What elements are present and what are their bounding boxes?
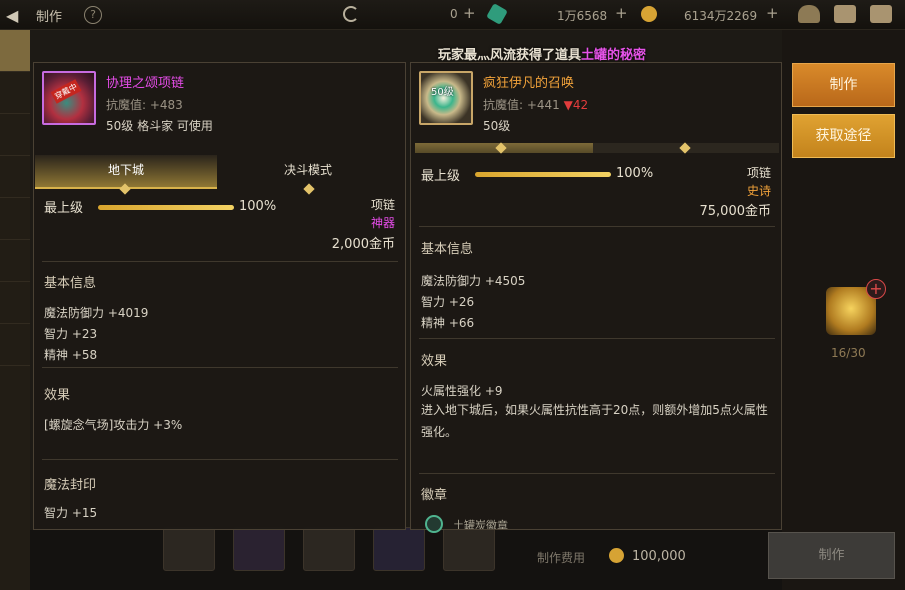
gold-coin-icon [641,6,657,22]
crescent-currency-icon [343,6,359,22]
item-level-tag: 50级 [431,87,454,98]
material-slot-3[interactable] [303,527,355,571]
stat-line: 魔法防御力 +4505 [421,274,526,288]
nav-tab-5[interactable] [0,198,30,240]
nav-tab-7[interactable] [0,282,30,324]
gem-currency-icon [486,3,508,25]
currency-1-value: 0 [450,7,458,21]
currency-2-value: 1万6568 [557,9,608,23]
nav-tab-6[interactable] [0,240,30,282]
stat-line: 精神 +58 [44,348,98,362]
gold-coin-icon [609,548,624,563]
level-label: 最上级 [421,169,461,184]
add-material-button[interactable]: + [866,279,886,299]
page-title: 制作 [36,10,63,25]
notice-text: 玩家最灬风流获得了道具 [438,48,582,63]
stat-line: 魔法防御力 +4019 [44,306,149,320]
divider [42,261,398,262]
stat-line: 智力 +23 [44,327,98,341]
currency-2-add-button[interactable]: + [615,4,628,22]
level-label: 最上级 [44,201,84,216]
slot-type: 项链 [370,198,395,212]
item-name: 协理之颂项链 [106,76,185,91]
rarity-label: 神器 [370,216,395,230]
level-percent: 100% [616,166,654,181]
level-bar [98,205,234,210]
level-percent: 100% [239,199,277,214]
magic-resist-value: 抗魔值: +441 [483,98,564,112]
item-name: 疯狂伊凡的召唤 [483,76,575,91]
sell-price: 2,000金币 [331,237,395,252]
nav-tab-2[interactable] [0,72,30,114]
mail-icon[interactable] [834,5,856,23]
divider [419,338,775,339]
equipped-badge: 穿戴中 [50,79,82,104]
chat-icon[interactable] [870,5,892,23]
material-slot-2[interactable] [233,527,285,571]
emblem-title: 徽章 [421,488,448,503]
nav-tab-8[interactable] [0,324,30,366]
resist-diff-down: ▼42 [563,98,589,112]
divider [42,459,398,460]
magic-resist: 抗魔值: +441 ▼42 [483,96,588,113]
get-source-button[interactable]: 获取途径 [792,114,895,158]
effect-line: 火属性强化 +9 [421,384,503,398]
help-icon[interactable]: ? [84,6,102,24]
treasure-icon[interactable] [798,5,820,23]
material-slot-1[interactable] [163,527,215,571]
effect-text: [螺旋念气场]攻击力 +3% [44,418,183,432]
top-bar: ◀ 制作 ? 0 + 1万6568 + 6134万2269 + [0,0,905,30]
craft-button[interactable]: 制作 [792,63,895,107]
level-bar [475,172,611,177]
rarity-label: 史诗 [746,184,771,198]
level-fill [475,172,611,177]
effect-title: 效果 [44,388,71,403]
craft-confirm-button[interactable]: 制作 [768,532,895,579]
seal-stat: 智力 +15 [44,506,98,520]
cost-value: 100,000 [632,549,686,564]
currency-3-add-button[interactable]: + [766,4,779,22]
effect-title: 效果 [421,354,448,369]
stat-line: 精神 +66 [421,316,475,330]
item-level: 50级 [483,119,511,133]
compared-item-tooltip: 50级 疯狂伊凡的召唤 抗魔值: +441 ▼42 50级 最上级 100% 项… [410,62,782,533]
stat-line: 智力 +26 [421,295,475,309]
broadcast-notice: 玩家最灬风流获得了道具土罐的秘密 [438,44,646,63]
level-fill [98,205,234,210]
magic-seal-title: 魔法封印 [44,478,97,493]
mode-tabs: 地下城 决斗模式 [35,155,406,195]
currency-3-value: 6134万2269 [684,9,758,23]
nav-tab-4[interactable] [0,156,30,198]
header-strip [415,142,779,154]
emblem-name: 土罐炭徽章 [453,519,508,529]
material-count: 16/30 [831,346,866,360]
item-level-class: 50级 格斗家 可使用 [106,119,213,133]
notice-item: 土罐的秘密 [581,48,647,63]
divider [42,367,398,368]
necklace-item-icon: 50级 [419,71,473,125]
nav-tab-3[interactable] [0,114,30,156]
magic-resist: 抗魔值: +483 [106,98,183,112]
currency-1-add-button[interactable]: + [463,4,476,22]
strip-marker [679,142,691,154]
left-nav [0,30,30,590]
effect-description: 进入地下城后，如果火属性抗性高于20点，则额外增加5点火属性强化。 [421,403,768,439]
back-arrow-icon[interactable]: ◀ [6,6,26,25]
emblem-icon [425,515,443,533]
nav-tab-1[interactable] [0,30,30,72]
basic-info-title: 基本信息 [44,276,97,291]
necklace-item-icon: 穿戴中 [42,71,96,125]
slot-type: 项链 [746,166,771,180]
basic-info-title: 基本信息 [421,242,474,257]
material-slot-5[interactable] [443,527,495,571]
divider [419,226,775,227]
equipped-item-tooltip: 穿戴中 协理之颂项链 抗魔值: +483 50级 格斗家 可使用 地下城 决斗模… [33,62,406,530]
cost-label: 制作费用 [537,551,586,565]
material-slot-4[interactable] [373,527,425,571]
sell-price: 75,000金币 [699,204,772,219]
divider [419,473,775,474]
